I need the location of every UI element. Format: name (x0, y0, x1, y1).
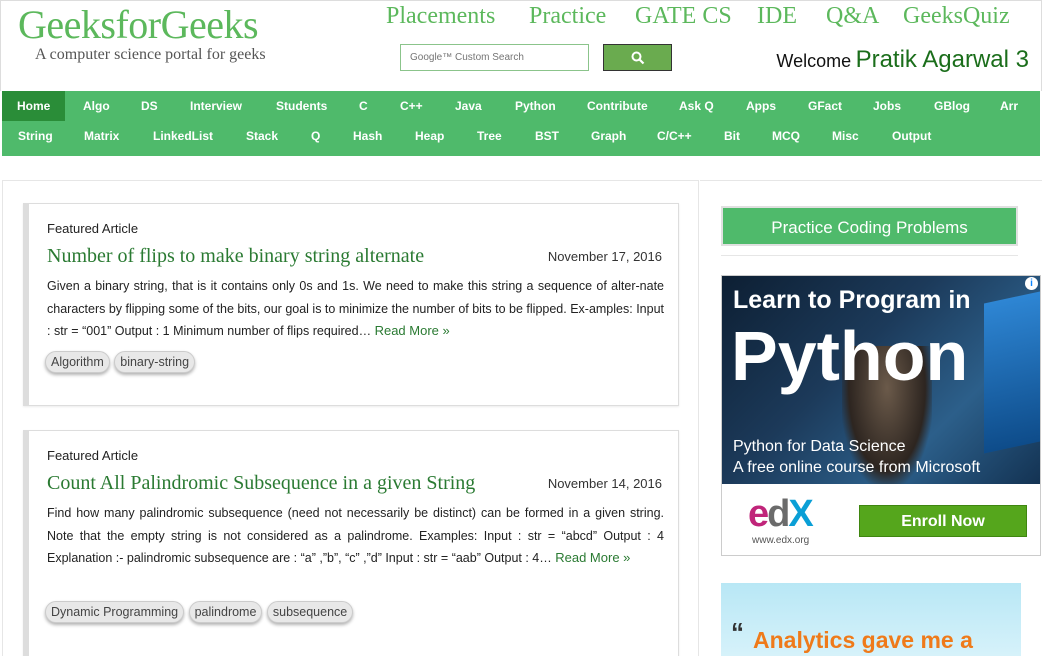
welcome-label: Welcome (776, 51, 852, 71)
python-course-ad[interactable]: Learn to Program in Python Python for Da… (721, 275, 1041, 556)
topnav-geeksquiz[interactable]: GeeksQuiz (903, 2, 1010, 30)
nav-gfact[interactable]: GFact (808, 91, 842, 121)
edx-url: www.edx.org (752, 535, 810, 546)
ad-subtitle-2: A free online course from Microsoft (733, 459, 981, 476)
analytics-ad[interactable]: “ Analytics gave me a (721, 583, 1021, 656)
nav-contribute[interactable]: Contribute (587, 91, 648, 121)
topnav-practice[interactable]: Practice (529, 2, 606, 30)
article-excerpt: Find how many palindromic subsequence (n… (47, 502, 664, 570)
tag-binary-string[interactable]: binary-string (114, 351, 196, 373)
user-name-link[interactable]: Pratik Agarwal 3 (856, 46, 1029, 73)
search-input[interactable] (401, 45, 588, 70)
nav-apps[interactable]: Apps (746, 91, 776, 121)
nav-algo[interactable]: Algo (83, 91, 110, 121)
sidebar-divider (721, 255, 1018, 256)
ad2-text: Analytics gave me a (753, 627, 973, 653)
search-button[interactable] (603, 44, 672, 71)
nav-graph[interactable]: Graph (591, 121, 626, 151)
nav-cpp[interactable]: C++ (400, 91, 423, 121)
search-box (400, 44, 589, 71)
topnav-placements[interactable]: Placements (386, 2, 495, 30)
topnav-qa[interactable]: Q&A (826, 2, 879, 30)
nav-q[interactable]: Q (311, 121, 320, 151)
ad-headline: Learn to Program in (733, 286, 971, 314)
nav-bst[interactable]: BST (535, 121, 559, 151)
nav-stack[interactable]: Stack (246, 121, 278, 151)
nav-java[interactable]: Java (455, 91, 482, 121)
main-content: Featured Article Number of flips to make… (2, 180, 699, 656)
read-more-link[interactable]: Read More » (555, 550, 630, 565)
nav-ask-q[interactable]: Ask Q (679, 91, 714, 121)
article-title-link[interactable]: Count All Palindromic Subsequence in a g… (47, 472, 475, 495)
nav-interview[interactable]: Interview (190, 91, 242, 121)
article-tags: Algorithm binary-string (45, 351, 196, 373)
header: GeeksforGeeks A computer science portal … (0, 0, 1042, 91)
nav-misc[interactable]: Misc (832, 121, 859, 151)
nav-matrix[interactable]: Matrix (84, 121, 119, 151)
tag-palindrome[interactable]: palindrome (188, 601, 263, 623)
nav-string[interactable]: String (18, 121, 53, 151)
sidebar: Practice Coding Problems Learn to Progra… (700, 180, 1042, 656)
site-tagline: A computer science portal for geeks (35, 46, 266, 63)
article-caption: Featured Article (47, 448, 139, 463)
article-card: Featured Article Count All Palindromic S… (23, 430, 679, 656)
site-logo[interactable]: GeeksforGeeks (18, 3, 259, 47)
nav-bit[interactable]: Bit (724, 121, 740, 151)
article-excerpt-text: Given a binary string, that is it contai… (47, 279, 664, 338)
topnav-ide[interactable]: IDE (757, 2, 797, 30)
ad-monitor-graphic (984, 288, 1040, 454)
article-excerpt: Given a binary string, that is it contai… (47, 275, 664, 343)
ad-big-text: Python (731, 317, 969, 395)
article-tags: Dynamic Programming palindrome subsequen… (45, 601, 354, 623)
nav-mcq[interactable]: MCQ (772, 121, 800, 151)
nav-linkedlist[interactable]: LinkedList (153, 121, 213, 151)
article-card: Featured Article Number of flips to make… (23, 203, 679, 406)
article-title-link[interactable]: Number of flips to make binary string al… (47, 245, 424, 268)
quote-icon: “ (731, 617, 744, 647)
nav-students[interactable]: Students (276, 91, 327, 121)
tag-algorithm[interactable]: Algorithm (45, 351, 110, 373)
nav-hash[interactable]: Hash (353, 121, 382, 151)
nav-c[interactable]: C (359, 91, 368, 121)
ad-image: Learn to Program in Python Python for Da… (722, 276, 1040, 484)
welcome-message: Welcome Pratik Agarwal 3 (776, 46, 1029, 74)
edx-logo: edX (748, 493, 814, 535)
nav-tree[interactable]: Tree (477, 121, 502, 151)
nav-gblog[interactable]: GBlog (934, 91, 970, 121)
search-icon (631, 51, 644, 64)
nav-ds[interactable]: DS (141, 91, 158, 121)
article-caption: Featured Article (47, 221, 139, 236)
tag-dynamic-programming[interactable]: Dynamic Programming (45, 601, 185, 623)
nav-python[interactable]: Python (515, 91, 556, 121)
nav-heap[interactable]: Heap (415, 121, 444, 151)
nav-jobs[interactable]: Jobs (873, 91, 901, 121)
nav-c-cpp[interactable]: C/C++ (657, 121, 692, 151)
practice-coding-problems-button[interactable]: Practice Coding Problems (721, 206, 1018, 246)
nav-arr[interactable]: Arr (1000, 91, 1018, 121)
ad-subtitle-1: Python for Data Science (733, 438, 906, 455)
ad-info-icon[interactable]: i (1025, 277, 1038, 290)
read-more-link[interactable]: Read More » (375, 323, 450, 338)
tag-subsequence[interactable]: subsequence (266, 601, 354, 623)
enroll-now-button[interactable]: Enroll Now (859, 505, 1027, 537)
article-date: November 17, 2016 (547, 249, 662, 264)
main-nav: Home Algo DS Interview Students C C++ Ja… (2, 91, 1040, 156)
topnav-gate-cs[interactable]: GATE CS (635, 2, 732, 30)
nav-home[interactable]: Home (2, 91, 66, 121)
article-date: November 14, 2016 (547, 476, 662, 491)
nav-output[interactable]: Output (892, 121, 931, 151)
